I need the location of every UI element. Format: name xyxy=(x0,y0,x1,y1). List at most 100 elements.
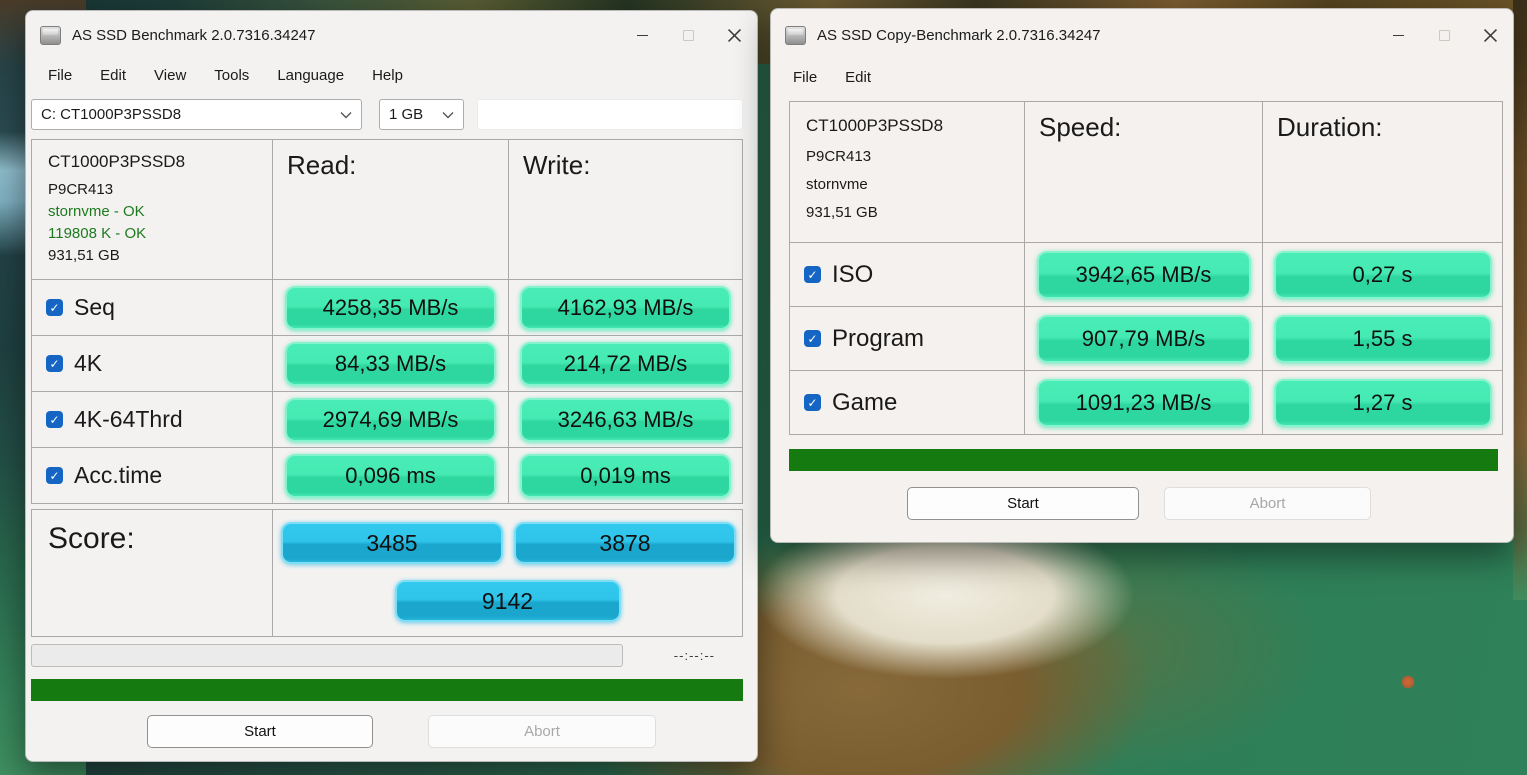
total-score-pill: 9142 xyxy=(395,580,621,622)
drive-select-value: C: CT1000P3PSSD8 xyxy=(41,106,181,123)
row-label-text: Acc.time xyxy=(74,462,162,489)
iso-speed-cell: 3942,65 MB/s xyxy=(1024,242,1262,306)
window-title: AS SSD Benchmark 2.0.7316.34247 xyxy=(72,27,316,44)
chevron-down-icon xyxy=(442,111,454,119)
result-pill: 0,019 ms xyxy=(520,454,731,498)
drive-firmware: P9CR413 xyxy=(48,181,113,198)
menu-item-file[interactable]: File xyxy=(793,66,830,89)
acctime-read-cell: 0,096 ms xyxy=(272,447,508,503)
drive-capacity: 931,51 GB xyxy=(48,247,120,264)
score-section: Score: 3485 3878 9142 xyxy=(31,509,743,637)
menu-item-language[interactable]: Language xyxy=(264,64,357,87)
titlebar: AS SSD Copy-Benchmark 2.0.7316.34247 xyxy=(771,9,1513,61)
score-content: 3485 3878 9142 xyxy=(272,510,742,636)
row-label-acctime: ✓ Acc.time xyxy=(32,447,272,503)
drive-info-panel: CT1000P3PSSD8 P9CR413 stornvme - OK 1198… xyxy=(32,140,272,279)
menu-item-tools[interactable]: Tools xyxy=(201,64,262,87)
result-pill: 1,27 s xyxy=(1274,379,1492,427)
duration-column-header: Duration: xyxy=(1262,102,1502,242)
chevron-down-icon xyxy=(340,111,352,119)
drive-model: CT1000P3PSSD8 xyxy=(48,152,185,172)
row-label-text: Game xyxy=(832,389,897,417)
driver-status: stornvme - OK xyxy=(48,203,145,220)
read-score-pill: 3485 xyxy=(281,522,503,564)
minimize-icon xyxy=(637,35,648,36)
row-label-text: 4K xyxy=(74,350,102,377)
result-pill: 0,27 s xyxy=(1274,251,1492,299)
test-size-select[interactable]: 1 GB xyxy=(379,99,464,130)
maximize-button[interactable] xyxy=(665,11,711,59)
menu-item-edit[interactable]: Edit xyxy=(832,66,884,89)
result-pill: 1091,23 MB/s xyxy=(1037,379,1251,427)
speed-column-header: Speed: xyxy=(1024,102,1262,242)
row-label-4k64thrd: ✓ 4K-64Thrd xyxy=(32,391,272,447)
menu-item-edit[interactable]: Edit xyxy=(87,64,139,87)
test-size-value: 1 GB xyxy=(389,106,423,123)
row-label-text: ISO xyxy=(832,261,873,289)
iso-duration-cell: 0,27 s xyxy=(1262,242,1502,306)
menu-item-help[interactable]: Help xyxy=(359,64,416,87)
4k-checkbox[interactable]: ✓ xyxy=(46,355,63,372)
titlebar: AS SSD Benchmark 2.0.7316.34247 xyxy=(26,11,757,59)
app-icon xyxy=(40,26,61,45)
game-checkbox[interactable]: ✓ xyxy=(804,394,821,411)
copy-benchmark-table: CT1000P3PSSD8 P9CR413 stornvme 931,51 GB… xyxy=(789,101,1503,435)
result-pill: 214,72 MB/s xyxy=(520,342,731,386)
minimize-button[interactable] xyxy=(619,11,665,59)
start-button[interactable]: Start xyxy=(147,715,373,748)
drive-model: CT1000P3PSSD8 xyxy=(806,116,943,136)
controls-row: C: CT1000P3PSSD8 1 GB xyxy=(31,99,743,130)
maximize-icon xyxy=(1439,30,1450,41)
4k64thrd-checkbox[interactable]: ✓ xyxy=(46,411,63,428)
status-bar xyxy=(789,449,1498,471)
status-bar xyxy=(31,679,743,701)
driver-name: stornvme xyxy=(806,176,868,193)
iso-checkbox[interactable]: ✓ xyxy=(804,266,821,283)
result-pill: 2974,69 MB/s xyxy=(285,398,496,442)
program-duration-cell: 1,55 s xyxy=(1262,306,1502,370)
app-icon xyxy=(785,26,806,45)
close-button[interactable] xyxy=(1467,9,1513,61)
write-column-header: Write: xyxy=(508,140,742,279)
maximize-button[interactable] xyxy=(1421,9,1467,61)
seq-checkbox[interactable]: ✓ xyxy=(46,299,63,316)
abort-button[interactable]: Abort xyxy=(428,715,656,748)
row-label-iso: ✓ ISO xyxy=(790,242,1024,306)
program-speed-cell: 907,79 MB/s xyxy=(1024,306,1262,370)
result-pill: 3942,65 MB/s xyxy=(1037,251,1251,299)
maximize-icon xyxy=(683,30,694,41)
acctime-checkbox[interactable]: ✓ xyxy=(46,467,63,484)
as-ssd-benchmark-window: AS SSD Benchmark 2.0.7316.34247 File Edi… xyxy=(25,10,758,762)
progress-bar xyxy=(31,644,623,667)
menu-item-view[interactable]: View xyxy=(141,64,199,87)
result-pill: 84,33 MB/s xyxy=(285,342,496,386)
abort-button[interactable]: Abort xyxy=(1164,487,1371,520)
row-label-program: ✓ Program xyxy=(790,306,1024,370)
acctime-write-cell: 0,019 ms xyxy=(508,447,742,503)
program-checkbox[interactable]: ✓ xyxy=(804,330,821,347)
alignment-status: 119808 K - OK xyxy=(48,225,146,242)
as-ssd-copy-benchmark-window: AS SSD Copy-Benchmark 2.0.7316.34247 Fil… xyxy=(770,8,1514,543)
start-button[interactable]: Start xyxy=(907,487,1139,520)
game-duration-cell: 1,27 s xyxy=(1262,370,1502,434)
close-icon xyxy=(1484,29,1497,42)
drive-select[interactable]: C: CT1000P3PSSD8 xyxy=(31,99,362,130)
minimize-icon xyxy=(1393,35,1404,36)
row-label-seq: ✓ Seq xyxy=(32,279,272,335)
minimize-button[interactable] xyxy=(1375,9,1421,61)
row-label-text: Seq xyxy=(74,294,115,321)
close-icon xyxy=(728,29,741,42)
seq-read-cell: 4258,35 MB/s xyxy=(272,279,508,335)
close-button[interactable] xyxy=(711,11,757,59)
elapsed-time: --:--:-- xyxy=(674,648,715,663)
drive-capacity: 931,51 GB xyxy=(806,204,878,221)
row-label-game: ✓ Game xyxy=(790,370,1024,434)
menu-item-file[interactable]: File xyxy=(48,64,85,87)
4k64thrd-write-cell: 3246,63 MB/s xyxy=(508,391,742,447)
4k64thrd-read-cell: 2974,69 MB/s xyxy=(272,391,508,447)
result-pill: 1,55 s xyxy=(1274,315,1492,363)
progress-row: --:--:-- xyxy=(31,644,743,667)
window-controls xyxy=(619,11,757,59)
result-pill: 0,096 ms xyxy=(285,454,496,498)
result-pill: 4258,35 MB/s xyxy=(285,286,496,330)
